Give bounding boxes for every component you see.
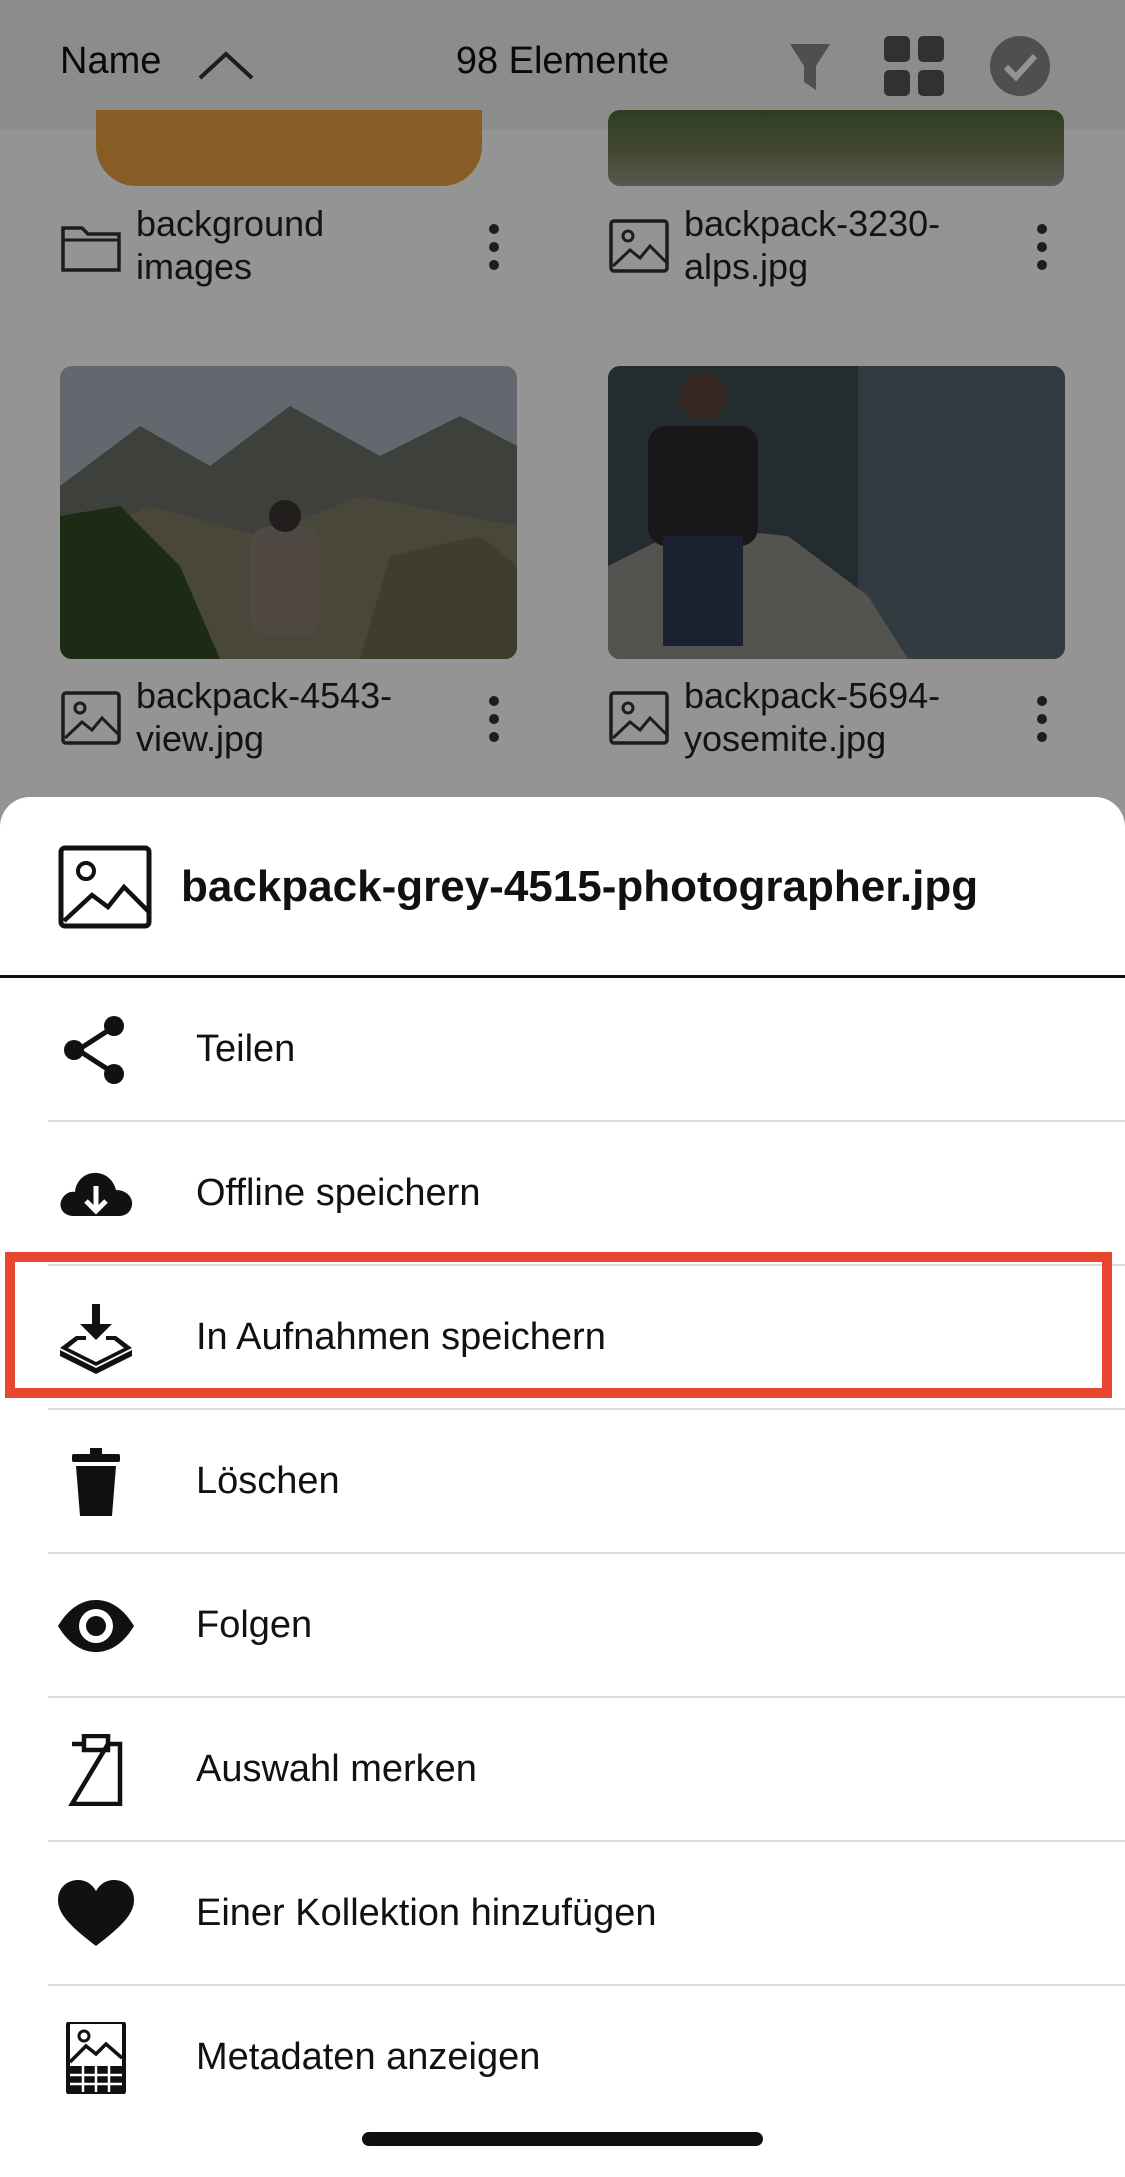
menu-label: Offline speichern bbox=[196, 1172, 481, 1214]
eye-icon bbox=[58, 1600, 134, 1652]
home-indicator[interactable] bbox=[362, 2132, 763, 2146]
metadata-icon bbox=[66, 2022, 126, 2094]
menu-label: Auswahl merken bbox=[196, 1748, 477, 1790]
share-icon bbox=[64, 1016, 124, 1084]
trash-icon bbox=[72, 1448, 120, 1516]
menu-item-offline[interactable]: Offline speichern bbox=[0, 1122, 1125, 1266]
menu-label: Löschen bbox=[196, 1460, 340, 1502]
menu-item-add-to-collection[interactable]: Einer Kollektion hinzufügen bbox=[0, 1842, 1125, 1986]
sheet-header: backpack-grey-4515-photographer.jpg bbox=[0, 797, 1125, 978]
menu-item-delete[interactable]: Löschen bbox=[0, 1410, 1125, 1554]
heart-icon bbox=[58, 1880, 134, 1946]
menu-label: Einer Kollektion hinzufügen bbox=[196, 1892, 657, 1934]
cloud-download-icon bbox=[60, 1172, 133, 1216]
menu-item-show-metadata[interactable]: Metadaten anzeigen bbox=[0, 1986, 1125, 2130]
sheet-title: backpack-grey-4515-photographer.jpg bbox=[181, 862, 979, 911]
action-sheet: backpack-grey-4515-photographer.jpg Teil… bbox=[0, 797, 1125, 2177]
action-menu: Teilen Offline speichern In Aufnahmen sp… bbox=[0, 978, 1125, 2130]
save-to-photos-icon bbox=[60, 1304, 132, 1374]
menu-label: In Aufnahmen speichern bbox=[196, 1316, 606, 1358]
menu-item-share[interactable]: Teilen bbox=[0, 978, 1125, 1122]
menu-label: Folgen bbox=[196, 1604, 313, 1646]
image-icon bbox=[58, 845, 152, 929]
menu-item-remember-selection[interactable]: Auswahl merken bbox=[0, 1698, 1125, 1842]
menu-item-save-to-photos[interactable]: In Aufnahmen speichern bbox=[0, 1266, 1125, 1410]
menu-item-follow[interactable]: Folgen bbox=[0, 1554, 1125, 1698]
clipboard-icon bbox=[68, 1734, 123, 1806]
menu-label: Teilen bbox=[196, 1028, 296, 1070]
menu-label: Metadaten anzeigen bbox=[196, 2036, 541, 2078]
